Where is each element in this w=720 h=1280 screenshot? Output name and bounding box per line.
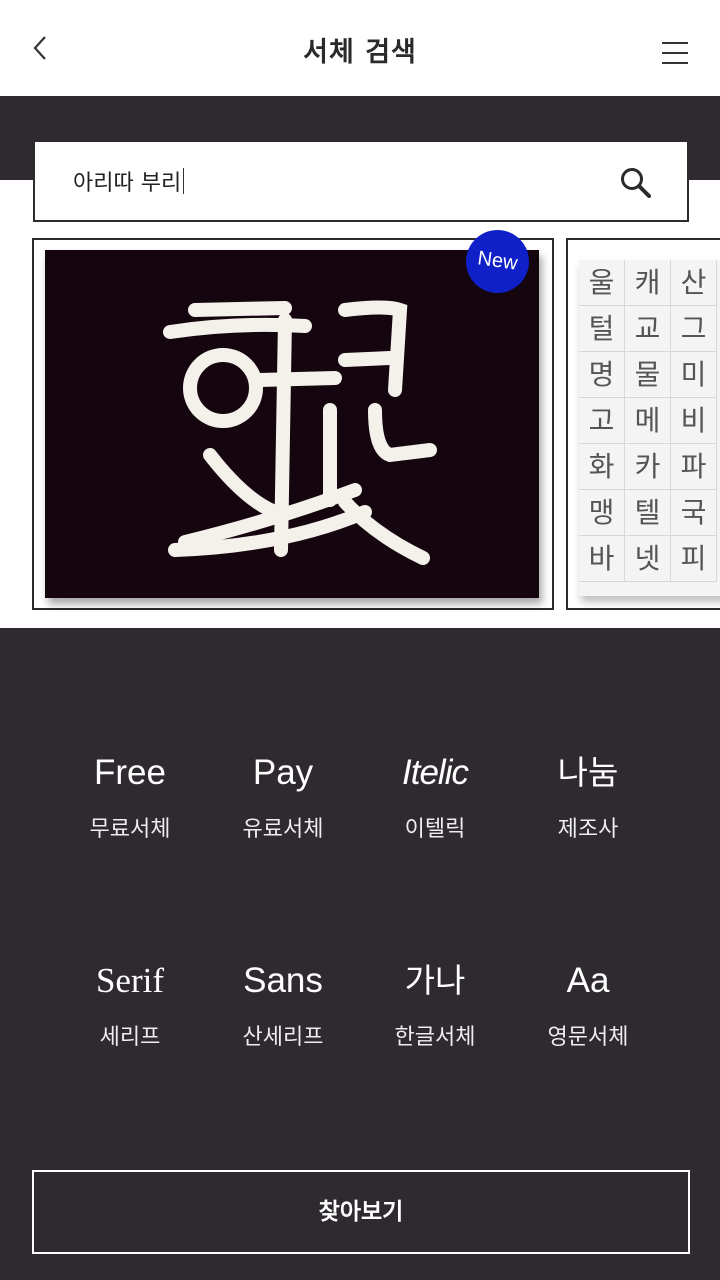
- category-label: Pay: [252, 753, 314, 792]
- glyph-cell: 털: [579, 306, 625, 352]
- category-caption: 제조사: [557, 817, 619, 842]
- category-english[interactable]: Aa 영문서체: [512, 951, 664, 1051]
- category-caption: 유료서체: [242, 817, 324, 842]
- glyph-cell: 카: [625, 444, 671, 490]
- category-label: Free: [94, 753, 166, 792]
- category-label: Serif: [95, 961, 165, 1000]
- font-carousel[interactable]: New 울캐산털교그명물미고메비화카파맹텔국바넷피: [0, 228, 720, 628]
- font-card[interactable]: 울캐산털교그명물미고메비화카파맹텔국바넷피: [566, 238, 720, 610]
- glyph-cell: 그: [671, 306, 717, 352]
- glyph-cell: 피: [671, 536, 717, 582]
- category-sans[interactable]: Sans 산세리프: [207, 951, 359, 1051]
- glyph-cell: 비: [671, 398, 717, 444]
- glyph-cell: 명: [579, 352, 625, 398]
- category-free[interactable]: Free 무료서체: [54, 743, 206, 843]
- search-input[interactable]: 아리따 부리: [73, 142, 185, 220]
- glyph-cell: 국: [671, 490, 717, 536]
- search-input-value: 아리따 부리: [73, 171, 182, 196]
- glyph-cell: 맹: [579, 490, 625, 536]
- hamburger-menu-icon: [662, 42, 688, 44]
- category-pay[interactable]: Pay 유료서체: [207, 743, 359, 843]
- category-caption: 무료서체: [89, 817, 171, 842]
- glyph-cell: 캐: [625, 260, 671, 306]
- glyph-cell: 텔: [625, 490, 671, 536]
- category-label: Aa: [566, 961, 610, 1000]
- text-caret: [183, 168, 185, 194]
- font-card[interactable]: [32, 238, 554, 610]
- glyph-cell: 미: [671, 352, 717, 398]
- page-title: 서체 검색: [303, 37, 417, 68]
- category-caption: 산세리프: [242, 1025, 324, 1050]
- hamburger-menu-icon: [662, 62, 688, 64]
- category-label: Sans: [243, 961, 323, 1000]
- calligraphy-glyph-art: [163, 300, 437, 565]
- glyph-cell: 울: [579, 260, 625, 306]
- category-label: Itelic: [402, 753, 469, 792]
- search-button[interactable]: [619, 166, 653, 200]
- glyph-cell: 교: [625, 306, 671, 352]
- font-preview-image: 울캐산털교그명물미고메비화카파맹텔국바넷피: [579, 260, 720, 596]
- search-icon: [621, 168, 651, 198]
- glyph-cell: 물: [625, 352, 671, 398]
- find-button[interactable]: 찾아보기: [32, 1170, 690, 1254]
- glyph-cell: 산: [671, 260, 717, 306]
- category-caption: 영문서체: [547, 1025, 629, 1050]
- category-serif[interactable]: Serif 세리프: [54, 951, 206, 1051]
- category-maker[interactable]: 나눔 제조사: [512, 743, 664, 843]
- glyph-cell: 넷: [625, 536, 671, 582]
- category-korean[interactable]: 가나 한글서체: [359, 951, 511, 1051]
- category-section: Free 무료서체 Pay 유료서체 Itelic 이텔릭 나눔 제조사 Ser…: [0, 628, 720, 1280]
- chevron-left-icon: [33, 36, 46, 60]
- search-field[interactable]: 아리따 부리: [33, 140, 689, 222]
- glyph-cell: 바: [579, 536, 625, 582]
- category-caption: 이텔릭: [404, 817, 466, 842]
- app-header: 서체 검색: [0, 0, 720, 96]
- category-label: 가나: [404, 961, 466, 1000]
- glyph-cell: 고: [579, 398, 625, 444]
- category-label: 나눔: [557, 753, 619, 792]
- back-button[interactable]: [22, 30, 58, 66]
- category-italic[interactable]: Itelic 이텔릭: [359, 743, 511, 843]
- font-preview-image: [45, 250, 539, 598]
- glyph-cell: 메: [625, 398, 671, 444]
- menu-button[interactable]: [662, 36, 692, 66]
- glyph-cell: 파: [671, 444, 717, 490]
- category-caption: 세리프: [99, 1025, 161, 1050]
- hamburger-menu-icon: [662, 52, 688, 54]
- category-caption: 한글서체: [394, 1025, 476, 1050]
- glyph-cell: 화: [579, 444, 625, 490]
- glyph-grid: 울캐산털교그명물미고메비화카파맹텔국바넷피: [579, 260, 717, 582]
